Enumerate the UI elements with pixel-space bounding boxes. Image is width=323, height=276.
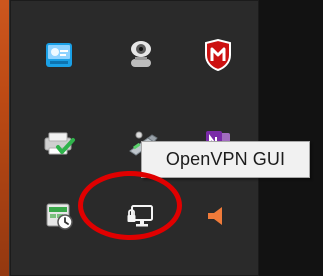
task-scheduler-icon[interactable] [32, 189, 86, 243]
system-tray-overflow-panel [9, 0, 259, 276]
printer-check-icon[interactable] [32, 116, 86, 170]
webcam-icon[interactable] [114, 28, 168, 82]
tooltip-text: OpenVPN GUI [165, 149, 286, 169]
speaker-icon[interactable] [191, 189, 245, 243]
tooltip: OpenVPN GUI [141, 141, 310, 178]
mcafee-icon[interactable] [191, 28, 245, 82]
openvpn-network-icon[interactable] [114, 189, 168, 243]
screenshot-root: OpenVPN GUI [0, 0, 323, 276]
control-panel-icon[interactable] [32, 28, 86, 82]
